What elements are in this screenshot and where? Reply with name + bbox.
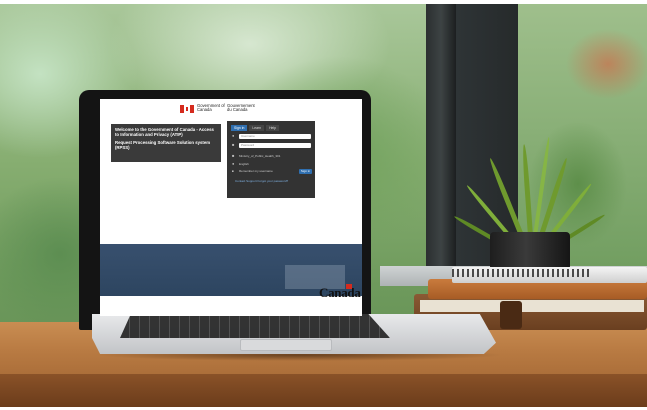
welcome-panel: Welcome to the Government of Canada - Ac…: [111, 124, 221, 162]
canada-wordmark: Canada: [319, 285, 361, 300]
remember-label: Remember my username: [239, 169, 273, 173]
building-icon: ■: [232, 153, 235, 158]
wordmark-flag-icon: [346, 284, 352, 289]
gov-name-fr: Gouvernement du Canada: [227, 103, 255, 113]
remember-checkbox[interactable]: ■: [232, 169, 234, 173]
sign-in-button[interactable]: Sign in: [299, 169, 312, 174]
tab-sign-in[interactable]: Sign in: [231, 125, 248, 131]
login-panel: Sign in Learn Help ● Username ■ Password…: [227, 121, 315, 198]
table-edge: [0, 374, 647, 407]
canada-flag-icon: [180, 105, 194, 113]
gov-name-en: Government of Canada: [197, 103, 225, 113]
welcome-title: Welcome to the Government of Canada - Ac…: [115, 127, 214, 137]
lock-icon: ■: [232, 142, 235, 147]
window-frame: [426, 4, 456, 284]
domain-value[interactable]: Ministry_of_Public_Health_301: [239, 154, 280, 158]
notebook-strap: [500, 301, 522, 329]
tab-learn[interactable]: Learn: [249, 125, 265, 131]
password-input[interactable]: Password: [239, 143, 311, 148]
plant-pot: [490, 232, 570, 272]
user-icon: ●: [232, 133, 235, 138]
parliament-silhouette: [285, 249, 345, 289]
notebook-spiral: [452, 269, 590, 277]
language-select[interactable]: English: [239, 162, 249, 166]
photo-scene: Government of Canada Gouvernement du Can…: [0, 4, 647, 407]
notebook-pages: [420, 300, 644, 312]
globe-icon: ●: [232, 161, 235, 166]
login-tabs: Sign in Learn Help: [231, 125, 280, 131]
tab-help[interactable]: Help: [266, 125, 280, 131]
username-input[interactable]: Username: [239, 134, 311, 139]
support-links[interactable]: Contact Support Forgot your password?: [235, 179, 288, 183]
laptop-keyboard: [120, 314, 390, 338]
laptop-trackpad: [240, 339, 332, 351]
laptop-screen: Government of Canada Gouvernement du Can…: [100, 99, 362, 316]
gc-header: Government of Canada Gouvernement du Can…: [100, 99, 362, 119]
welcome-subtitle: Request Processing Software Solution sys…: [115, 140, 211, 150]
